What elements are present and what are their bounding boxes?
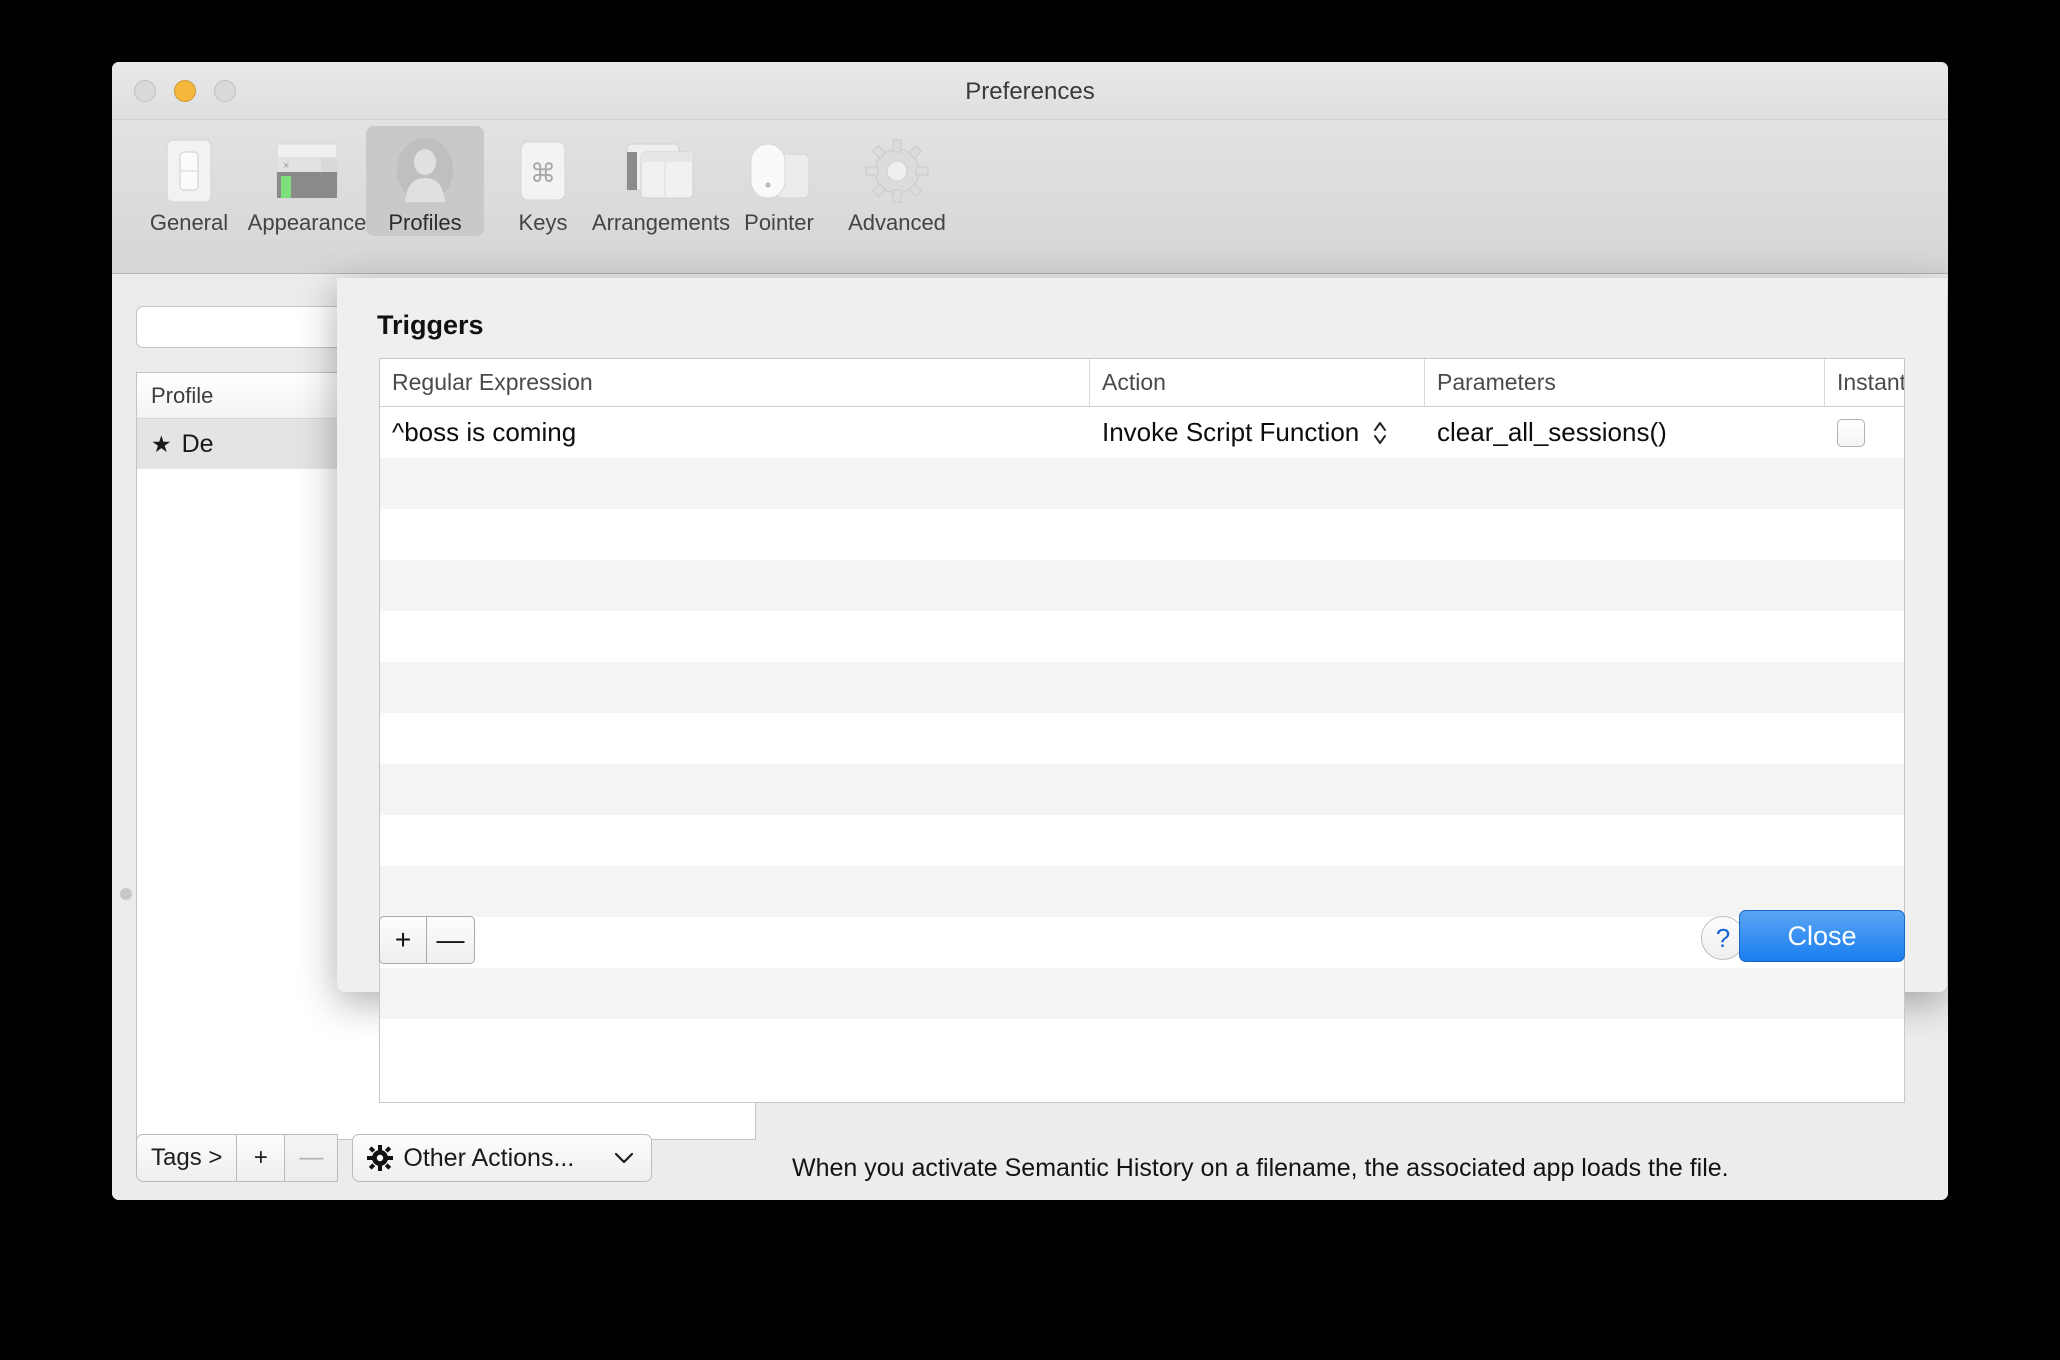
general-icon xyxy=(161,132,217,204)
split-view-handle[interactable] xyxy=(120,888,132,900)
arrangements-icon xyxy=(625,132,697,204)
window-title: Preferences xyxy=(965,78,1095,105)
table-row-empty[interactable] xyxy=(380,560,1904,611)
tags-button[interactable]: Tags > xyxy=(136,1134,238,1182)
toolbar-item-pointer-label: Pointer xyxy=(744,210,814,235)
table-row-empty[interactable] xyxy=(380,662,1904,713)
gear-icon xyxy=(367,1145,394,1171)
advanced-icon xyxy=(864,132,930,204)
add-trigger-button[interactable]: + xyxy=(379,916,427,964)
popup-stepper-icon[interactable] xyxy=(1371,418,1389,448)
column-header-action[interactable]: Action xyxy=(1090,359,1425,406)
toolbar-item-appearance[interactable]: × Appearance xyxy=(248,126,366,236)
column-header-regex[interactable]: Regular Expression xyxy=(380,359,1090,406)
profiles-icon xyxy=(392,132,458,204)
table-row-empty[interactable] xyxy=(380,866,1904,917)
keys-icon: ⌘ xyxy=(517,132,569,204)
toolbar-item-arrangements-label: Arrangements xyxy=(591,210,731,235)
table-row[interactable]: ^boss is coming Invoke Script Function c… xyxy=(380,407,1904,458)
toolbar-item-arrangements[interactable]: Arrangements xyxy=(592,126,730,236)
other-actions-label: Other Actions... xyxy=(403,1143,575,1172)
triggers-table[interactable]: Regular Expression Action Parameters Ins… xyxy=(379,358,1905,1103)
other-actions-menu[interactable]: Other Actions... xyxy=(352,1134,653,1182)
table-row-empty[interactable] xyxy=(380,713,1904,764)
svg-text:×: × xyxy=(283,160,289,172)
title-bar: Preferences xyxy=(112,62,1948,120)
pointer-icon xyxy=(743,132,815,204)
triggers-sheet: Triggers Regular Expression Action Param… xyxy=(337,278,1947,1103)
svg-text:⌘: ⌘ xyxy=(530,158,556,188)
triggers-table-header: Regular Expression Action Parameters Ins… xyxy=(380,359,1904,407)
toolbar-item-profiles-label: Profiles xyxy=(388,210,462,235)
toolbar-item-advanced-label: Advanced xyxy=(848,210,946,235)
table-row-empty[interactable] xyxy=(380,509,1904,560)
column-header-instant[interactable]: Instant xyxy=(1825,359,1904,406)
toolbar-item-general-label: General xyxy=(149,210,229,235)
remove-profile-button[interactable]: — xyxy=(285,1134,339,1182)
toolbar-item-appearance-label: Appearance xyxy=(247,210,367,235)
cell-regex[interactable]: ^boss is coming xyxy=(380,407,1090,458)
preferences-window: Preferences General × Appearance Profile… xyxy=(112,62,1948,1200)
search-input[interactable] xyxy=(136,306,368,348)
cell-action-popup[interactable]: Invoke Script Function xyxy=(1090,407,1425,458)
add-profile-button[interactable]: + xyxy=(237,1134,286,1182)
table-row-empty[interactable] xyxy=(380,458,1904,509)
toolbar-item-profiles[interactable]: Profiles xyxy=(366,126,484,236)
table-row-empty[interactable] xyxy=(380,815,1904,866)
column-header-params[interactable]: Parameters xyxy=(1425,359,1825,406)
table-row-empty[interactable] xyxy=(380,611,1904,662)
table-row-empty[interactable] xyxy=(380,968,1904,1019)
table-row-empty[interactable] xyxy=(380,764,1904,815)
cell-action-label: Invoke Script Function xyxy=(1102,417,1360,447)
preferences-toolbar: General × Appearance Profiles ⌘ Keys Arr… xyxy=(112,120,1948,274)
sheet-button-bar: + — ? Close xyxy=(337,910,1947,970)
toolbar-item-general[interactable]: General xyxy=(130,126,248,236)
remove-trigger-button[interactable]: — xyxy=(427,916,475,964)
sheet-title: Triggers xyxy=(377,310,484,340)
profiles-bottom-toolbar: Tags > + — Other Actions... xyxy=(136,1134,653,1182)
toolbar-item-advanced[interactable]: Advanced xyxy=(838,126,956,236)
cell-instant[interactable] xyxy=(1825,407,1904,458)
star-icon: ★ xyxy=(151,430,172,457)
toolbar-item-keys[interactable]: ⌘ Keys xyxy=(484,126,602,236)
add-remove-trigger-group: + — xyxy=(379,916,475,964)
close-button[interactable]: Close xyxy=(1739,910,1905,962)
chevron-down-icon xyxy=(613,1151,635,1165)
appearance-icon: × xyxy=(274,132,340,204)
semantic-history-description: When you activate Semantic History on a … xyxy=(792,1154,1729,1182)
toolbar-item-keys-label: Keys xyxy=(518,210,568,235)
toolbar-item-pointer[interactable]: Pointer xyxy=(720,126,838,236)
instant-checkbox[interactable] xyxy=(1837,418,1865,447)
profile-list-item-label: De xyxy=(181,429,214,458)
cell-parameters[interactable]: clear_all_sessions() xyxy=(1425,407,1825,458)
